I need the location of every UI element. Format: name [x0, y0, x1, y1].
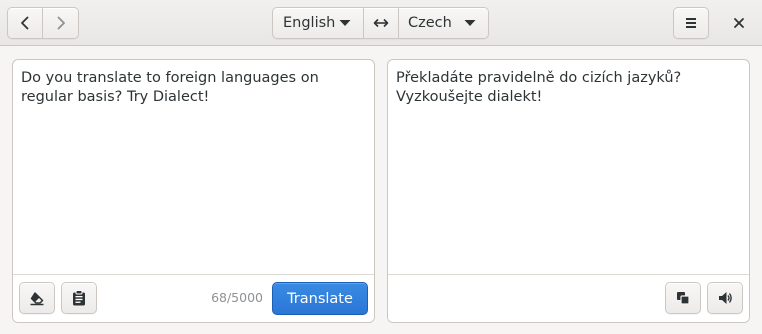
source-language-label: English [283, 15, 336, 31]
target-language-label: Czech [408, 15, 452, 31]
clear-button[interactable] [19, 282, 55, 314]
copy-icon [677, 292, 690, 305]
source-pane: Do you translate to foreign languages on… [12, 59, 375, 323]
paste-button[interactable] [61, 282, 97, 314]
pan-down-icon [339, 20, 351, 26]
main-menu-button[interactable] [673, 7, 709, 39]
translate-button[interactable]: Translate [272, 282, 368, 315]
eraser-icon [30, 292, 44, 306]
source-toolbar: 68/5000 Translate [13, 274, 374, 322]
swap-arrows-icon [373, 18, 389, 28]
source-language-selector[interactable]: English [272, 7, 364, 39]
back-button[interactable] [7, 7, 43, 39]
pan-down-icon [464, 20, 476, 26]
source-text-input[interactable]: Do you translate to foreign languages on… [21, 69, 366, 107]
target-pane: Překladáte pravidelně do cizích jazyků? … [387, 59, 750, 323]
speak-button[interactable] [707, 282, 743, 314]
header-bar: English Czech [0, 0, 762, 46]
forward-button[interactable] [43, 7, 79, 39]
target-text-output[interactable]: Překladáte pravidelně do cizích jazyků? … [396, 69, 741, 107]
swap-languages-button[interactable] [364, 7, 399, 39]
speaker-icon [719, 292, 732, 304]
close-button[interactable] [722, 7, 756, 39]
clipboard-icon [73, 290, 85, 306]
hamburger-menu-icon [686, 18, 696, 28]
target-toolbar [388, 274, 749, 322]
copy-button[interactable] [665, 282, 701, 314]
character-counter: 68/5000 [211, 290, 263, 305]
go-previous-icon [21, 16, 29, 30]
window-close-icon [734, 18, 744, 28]
dialect-window: English Czech Do you translate to foreig… [0, 0, 762, 334]
go-next-icon [57, 16, 65, 30]
target-language-selector[interactable]: Czech [399, 7, 489, 39]
